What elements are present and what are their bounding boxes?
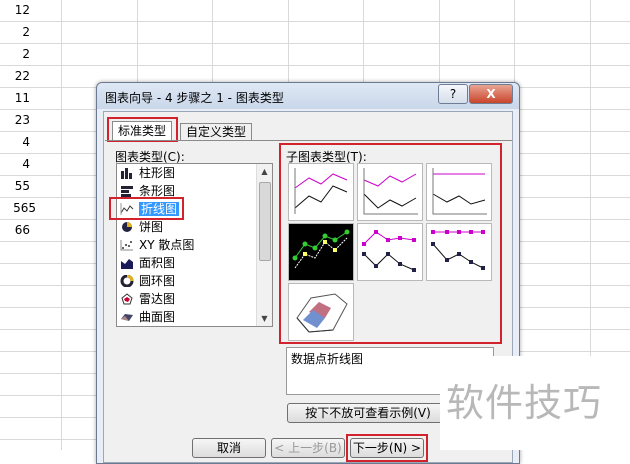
cell-value[interactable]: 4 (0, 135, 30, 149)
subtype-stacked-line[interactable] (357, 163, 423, 221)
stacked-markers-subtype-icon (362, 230, 416, 272)
list-item-area[interactable]: 面积图 (117, 254, 257, 272)
cell-value[interactable]: 2 (0, 25, 30, 39)
cancel-button[interactable]: 取消 (192, 438, 266, 458)
subtype-line[interactable] (288, 163, 354, 221)
column-chart-icon (121, 168, 132, 179)
list-item-doughnut[interactable]: 圆环图 (117, 272, 257, 290)
subtype-grid (286, 163, 496, 341)
subtype-percent-stacked-line[interactable] (426, 163, 492, 221)
line-subtype-icon (294, 168, 348, 214)
3d-line-subtype-icon (296, 293, 348, 333)
list-item-scatter[interactable]: XY 散点图 (117, 236, 257, 254)
tab-panel-border (105, 140, 512, 141)
grid-row-line (0, 43, 630, 44)
chart-type-list[interactable]: 柱形图 条形图 折线图 饼图 XY 散点图 面积图 圆环图 雷达图 曲面图 ▲ … (116, 163, 273, 327)
list-item-pie[interactable]: 饼图 (117, 218, 257, 236)
next-button[interactable]: 下一步(N) > (350, 438, 424, 458)
subtype-percent-stacked-line-with-markers[interactable] (426, 223, 492, 281)
list-item-label: 曲面图 (139, 310, 176, 324)
list-item-bar[interactable]: 条形图 (117, 182, 257, 200)
list-item-label: 饼图 (139, 220, 164, 234)
percent-stacked-line-subtype-icon (432, 168, 487, 215)
cell-value[interactable]: 12 (0, 3, 30, 17)
tab-standard-types[interactable]: 标准类型 (112, 121, 173, 140)
percent-markers-subtype-icon (431, 230, 485, 270)
cell-value[interactable]: 23 (0, 113, 30, 127)
cell-value[interactable]: 4 (0, 157, 30, 171)
scroll-down-icon[interactable]: ▼ (257, 311, 272, 326)
list-item-label: 面积图 (139, 256, 176, 270)
list-item-label: 柱形图 (139, 166, 176, 180)
list-item-radar[interactable]: 雷达图 (117, 290, 257, 308)
grid-column-line (61, 0, 62, 450)
list-item-label: 折线图 (139, 202, 180, 216)
list-item-line[interactable]: 折线图 (117, 200, 257, 218)
cell-value[interactable]: 66 (0, 223, 30, 237)
dialog-titlebar[interactable]: 图表向导 - 4 步骤之 1 - 图表类型 ? X (97, 83, 519, 109)
preview-button[interactable]: 按下不放可查看示例(V) (287, 403, 449, 423)
tab-custom-types[interactable]: 自定义类型 (180, 123, 253, 140)
radar-chart-icon (121, 293, 133, 305)
surface-chart-icon (121, 314, 133, 321)
watermark-text: 软件技巧 (446, 381, 603, 425)
help-button[interactable]: ? (438, 84, 468, 104)
cell-value[interactable]: 2 (0, 47, 30, 61)
grid-row-line (0, 21, 630, 22)
scroll-up-icon[interactable]: ▲ (257, 164, 272, 179)
list-item-label: 圆环图 (139, 274, 176, 288)
back-button[interactable]: < 上一步(B) (271, 438, 345, 458)
list-item-label: 雷达图 (139, 292, 176, 306)
bar-chart-icon (121, 186, 133, 197)
cell-value[interactable]: 55 (0, 179, 30, 193)
list-item-surface[interactable]: 曲面图 (117, 308, 257, 326)
subtype-3d-line[interactable] (288, 283, 354, 341)
close-button[interactable]: X (469, 84, 513, 104)
stacked-line-subtype-icon (363, 168, 418, 215)
line-chart-icon (120, 203, 134, 215)
dialog-title: 图表向导 - 4 步骤之 1 - 图表类型 (105, 91, 284, 105)
pie-chart-icon (122, 222, 132, 232)
list-scrollbar[interactable]: ▲ ▼ (256, 164, 272, 326)
line-markers-subtype-icon (292, 229, 350, 269)
list-item-label: XY 散点图 (139, 238, 195, 252)
list-item-label: 条形图 (139, 184, 176, 198)
scroll-thumb[interactable] (259, 182, 271, 261)
subtype-stacked-line-with-markers[interactable] (357, 223, 423, 281)
doughnut-chart-icon (120, 275, 134, 287)
scatter-chart-icon (120, 240, 133, 251)
list-item-column[interactable]: 柱形图 (117, 164, 257, 182)
cell-value[interactable]: 22 (0, 69, 30, 83)
grid-row-line (0, 65, 630, 66)
subtype-line-with-markers[interactable] (288, 223, 354, 281)
area-chart-icon (121, 259, 133, 269)
cell-value[interactable]: 11 (0, 91, 30, 105)
cell-value[interactable]: 565 (0, 201, 36, 215)
